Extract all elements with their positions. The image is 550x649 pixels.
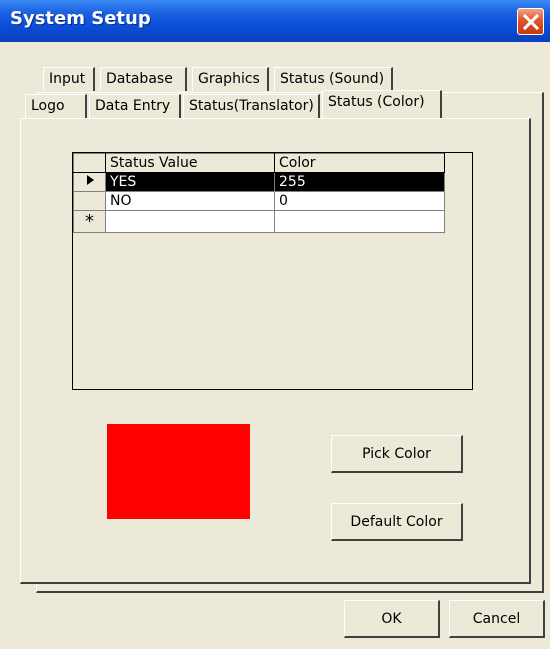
tab-label: Status (Color) [328, 94, 425, 110]
tab-data-entry[interactable]: Data Entry [89, 94, 181, 118]
row-indicator[interactable] [73, 191, 106, 211]
close-icon [523, 14, 539, 30]
color-preview-swatch [107, 424, 250, 519]
tab-label: Graphics [198, 71, 260, 87]
default-color-button[interactable]: Default Color [331, 503, 463, 541]
grid-header-row: Status Value Color [73, 153, 445, 173]
tab-label: Database [106, 71, 173, 87]
cell-color[interactable]: 255 [274, 172, 445, 192]
tab-input[interactable]: Input [43, 67, 95, 91]
pick-color-button[interactable]: Pick Color [331, 435, 463, 473]
column-header-color[interactable]: Color [274, 153, 445, 173]
tab-status-sound[interactable]: Status (Sound) [274, 67, 393, 91]
tab-status-color[interactable]: Status (Color) [322, 90, 442, 118]
column-header-status-value[interactable]: Status Value [105, 153, 275, 173]
tab-label: Status(Translator) [189, 98, 314, 114]
button-label: Cancel [472, 611, 521, 627]
row-indicator[interactable] [73, 172, 106, 192]
cell-color[interactable]: 0 [274, 191, 445, 211]
cancel-button[interactable]: Cancel [449, 600, 545, 638]
new-row[interactable]: * [73, 210, 445, 233]
current-row-arrow-icon [86, 175, 94, 185]
cell-status-value[interactable] [105, 210, 275, 233]
tab-logo[interactable]: Logo [25, 94, 87, 118]
window-title: System Setup [10, 8, 151, 29]
button-label: Default Color [350, 514, 443, 530]
tab-database[interactable]: Database [100, 67, 187, 91]
cell-color[interactable] [274, 210, 445, 233]
grid-corner-cell [73, 153, 106, 173]
title-bar[interactable]: System Setup [0, 0, 550, 42]
tab-label: Data Entry [95, 98, 171, 114]
tab-label: Input [49, 71, 86, 87]
ok-button[interactable]: OK [344, 600, 440, 638]
tab-label: Status (Sound) [280, 71, 385, 87]
button-label: Pick Color [362, 446, 431, 462]
new-row-icon: * [73, 210, 106, 233]
tab-graphics[interactable]: Graphics [192, 67, 269, 91]
system-setup-dialog: System Setup Input Database Graphics Sta… [0, 0, 550, 649]
cell-status-value[interactable]: NO [105, 191, 275, 211]
status-color-grid[interactable]: Status Value Color YES 255 NO 0 * [72, 152, 473, 390]
cell-status-value[interactable]: YES [105, 172, 275, 192]
button-label: OK [381, 611, 402, 627]
tab-label: Logo [31, 98, 65, 114]
table-row[interactable]: YES 255 [73, 172, 445, 192]
tab-status-translator[interactable]: Status(Translator) [183, 94, 320, 118]
table-row[interactable]: NO 0 [73, 191, 445, 211]
close-button[interactable] [517, 8, 544, 35]
